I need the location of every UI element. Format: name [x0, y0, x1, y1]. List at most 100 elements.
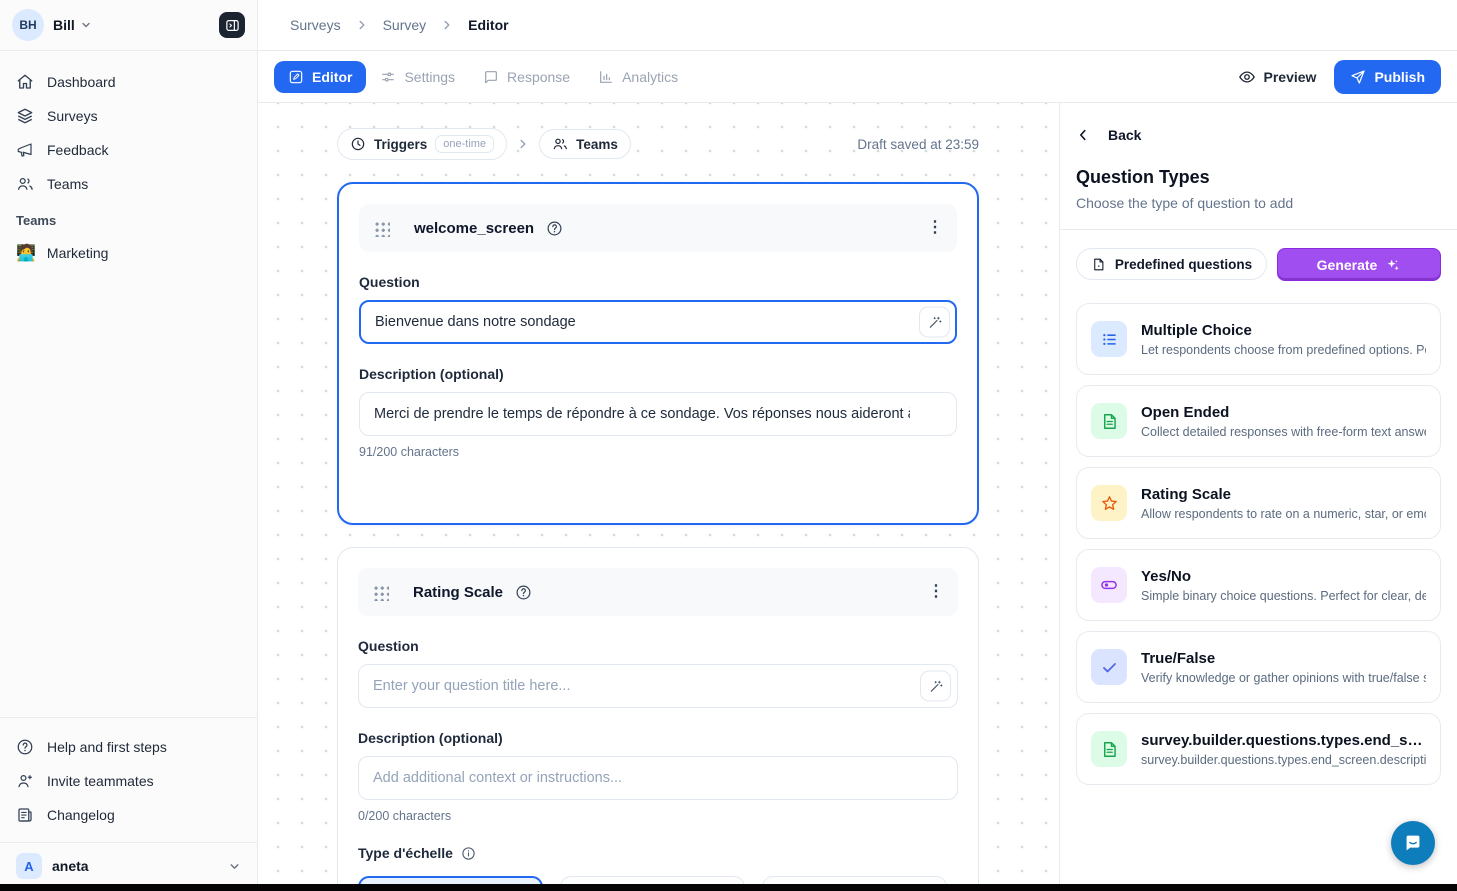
sidebar-item-teams[interactable]: Teams — [16, 167, 241, 201]
list-icon — [1091, 321, 1127, 357]
sidebar-item-label: Teams — [47, 176, 88, 192]
sidebar-item-surveys[interactable]: Surveys — [16, 99, 241, 133]
trigger-type-badge: one-time — [435, 135, 494, 153]
sidebar-item-invite[interactable]: Invite teammates — [16, 764, 241, 798]
tab-analytics[interactable]: Analytics — [584, 61, 692, 93]
generate-button[interactable]: Generate — [1277, 248, 1441, 281]
sidebar-item-label: Invite teammates — [47, 773, 154, 789]
question-type-description: Verify knowledge or gather opinions with… — [1141, 671, 1426, 685]
teams-node-label: Teams — [576, 137, 618, 152]
question-type-rating-scale[interactable]: Rating Scale Allow respondents to rate o… — [1076, 467, 1441, 539]
ai-rewrite-button[interactable] — [920, 671, 951, 702]
kebab-menu-icon[interactable]: ⋮ — [927, 220, 943, 236]
question-description-input[interactable] — [359, 392, 957, 436]
question-title-input[interactable] — [359, 300, 957, 344]
chevron-right-icon — [440, 18, 454, 32]
workspace-switcher[interactable]: BH Bill — [0, 0, 257, 51]
question-type-end-screen[interactable]: survey.builder.questions.types.end_scr..… — [1076, 713, 1441, 785]
breadcrumb: Surveys Survey Editor — [258, 0, 1457, 51]
question-type-name: survey.builder.questions.types.end_scr..… — [1141, 732, 1426, 749]
star-icon — [1091, 485, 1127, 521]
character-count: 91/200 characters — [359, 445, 957, 459]
sidebar-nav: Dashboard Surveys Feedback Teams Teams 🧑… — [0, 51, 257, 270]
drag-handle-icon[interactable] — [373, 220, 390, 237]
breadcrumb-survey[interactable]: Survey — [383, 17, 427, 33]
ai-rewrite-button[interactable] — [919, 307, 950, 338]
question-type-name: True/False — [1141, 650, 1426, 667]
generate-label: Generate — [1317, 257, 1378, 273]
question-type-description: Collect detailed responses with free-for… — [1141, 425, 1426, 439]
chat-widget-button[interactable] — [1391, 821, 1435, 865]
triggers-label: Triggers — [374, 137, 427, 152]
document-icon — [1091, 257, 1106, 272]
sidebar-item-label: Surveys — [47, 108, 98, 124]
scale-type-label: Type d'échelle — [358, 845, 453, 861]
predefined-questions-button[interactable]: Predefined questions — [1076, 248, 1267, 280]
question-type-name: Open Ended — [1141, 404, 1426, 421]
workspace-name: Bill — [53, 17, 75, 33]
tab-settings[interactable]: Settings — [366, 61, 469, 93]
help-circle-icon[interactable] — [515, 584, 532, 601]
pencil-square-icon — [288, 69, 304, 85]
description-field-label: Description (optional) — [358, 730, 958, 746]
main-area: Surveys Survey Editor Editor Settings Re… — [258, 0, 1457, 891]
teams-node[interactable]: Teams — [539, 129, 631, 159]
eye-icon — [1238, 68, 1256, 86]
editor-toolbar: Editor Settings Response Analytics Previ… — [258, 51, 1457, 103]
bottom-edge-bar — [0, 884, 1457, 891]
question-field-label: Question — [358, 638, 958, 654]
question-field-label: Question — [359, 274, 957, 290]
sidebar-item-help[interactable]: Help and first steps — [16, 730, 241, 764]
character-count: 0/200 characters — [358, 809, 958, 823]
sidebar-item-dashboard[interactable]: Dashboard — [16, 65, 241, 99]
question-title-input[interactable] — [358, 664, 958, 708]
help-circle-icon[interactable] — [546, 220, 563, 237]
panel-collapse-icon — [225, 18, 240, 33]
predefined-questions-label: Predefined questions — [1115, 257, 1252, 272]
megaphone-icon — [16, 141, 34, 159]
sidebar-item-feedback[interactable]: Feedback — [16, 133, 241, 167]
clock-icon — [350, 136, 366, 152]
account-avatar: A — [16, 853, 42, 879]
sidebar-footer: Help and first steps Invite teammates Ch… — [0, 717, 257, 891]
publish-label: Publish — [1374, 69, 1425, 85]
collapse-sidebar-button[interactable] — [219, 12, 245, 38]
panel-title: Question Types — [1076, 167, 1441, 188]
workspace-avatar: BH — [12, 9, 44, 41]
question-type-yes-no[interactable]: Yes/No Simple binary choice questions. P… — [1076, 549, 1441, 621]
sliders-icon — [380, 69, 396, 85]
back-button[interactable]: Back — [1076, 127, 1441, 143]
users-icon — [552, 136, 568, 152]
publish-button[interactable]: Publish — [1334, 60, 1441, 94]
breadcrumb-editor: Editor — [468, 17, 508, 33]
question-type-open-ended[interactable]: Open Ended Collect detailed responses wi… — [1076, 385, 1441, 457]
question-type-description: Allow respondents to rate on a numeric, … — [1141, 507, 1426, 521]
kebab-menu-icon[interactable]: ⋮ — [928, 584, 944, 600]
sidebar-item-team-marketing[interactable]: 🧑‍💻 Marketing — [16, 236, 241, 270]
triggers-node[interactable]: Triggers one-time — [337, 128, 507, 160]
info-circle-icon[interactable] — [461, 846, 476, 861]
question-card-welcome-screen[interactable]: welcome_screen ⋮ Question — [337, 182, 979, 525]
description-field-label: Description (optional) — [359, 366, 957, 382]
tab-label: Response — [507, 69, 570, 85]
back-label: Back — [1108, 127, 1141, 143]
question-type-true-false[interactable]: True/False Verify knowledge or gather op… — [1076, 631, 1441, 703]
question-type-name: Yes/No — [1141, 568, 1426, 585]
question-type-multiple-choice[interactable]: Multiple Choice Let respondents choose f… — [1076, 303, 1441, 375]
preview-button[interactable]: Preview — [1238, 68, 1317, 86]
question-card-rating-scale[interactable]: Rating Scale ⋮ Question — [337, 547, 979, 891]
tab-editor[interactable]: Editor — [274, 61, 366, 93]
question-description-input[interactable] — [358, 756, 958, 800]
question-type-description: survey.builder.questions.types.end_scree… — [1141, 753, 1426, 767]
teams-section-heading: Teams — [16, 213, 241, 228]
survey-canvas[interactable]: Triggers one-time Teams Draft saved at 2… — [258, 103, 1059, 891]
magic-wand-icon — [928, 678, 944, 694]
chevron-down-icon — [80, 19, 92, 31]
drag-handle-icon[interactable] — [372, 584, 389, 601]
tab-response[interactable]: Response — [469, 61, 584, 93]
sidebar-item-changelog[interactable]: Changelog — [16, 798, 241, 832]
sidebar-item-label: Changelog — [47, 807, 115, 823]
chevron-down-icon — [228, 860, 241, 873]
magic-wand-icon — [927, 314, 943, 330]
breadcrumb-surveys[interactable]: Surveys — [290, 17, 341, 33]
